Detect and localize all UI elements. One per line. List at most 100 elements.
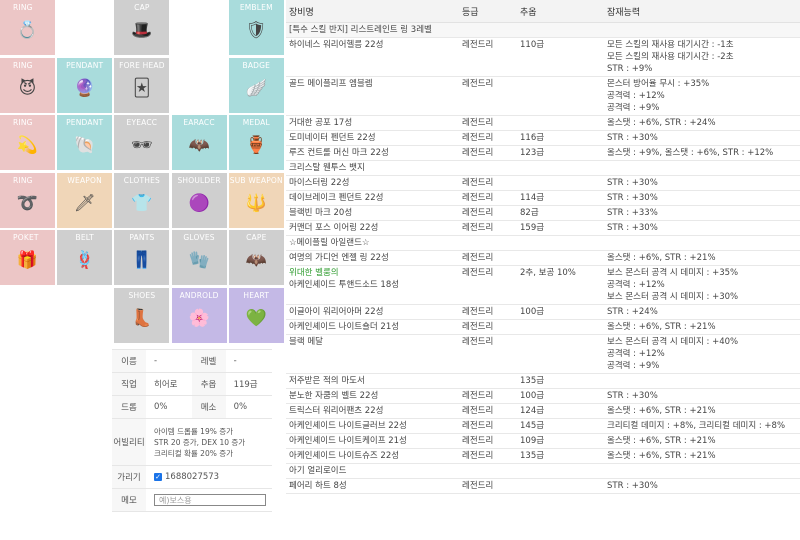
item-grade: 레전드리: [459, 265, 517, 305]
slot-medal[interactable]: MEDAL 🏺: [228, 115, 284, 171]
table-row: 저주받은 적의 마도서 135급: [286, 373, 800, 389]
item-grade: [459, 463, 517, 479]
item-grade: 레전드리: [459, 433, 517, 449]
slot-cap[interactable]: CAP 🎩: [114, 0, 170, 55]
drop-value: 0%: [146, 395, 192, 419]
table-row: 블랙 메달 레전드리 보스 몬스터 공격 시 데미지 : +40% 공격력 : +12…: [286, 334, 800, 374]
eye-accessory-icon: 🕶: [131, 135, 153, 156]
slot-badge[interactable]: BADGE 🪽: [228, 57, 284, 113]
slot-cape[interactable]: CAPE 🦇: [228, 230, 284, 286]
table-row: 아케인셰이드 나이트숄더 21성 레전드리 올스탯 : +6%, STR : +21…: [286, 319, 800, 335]
item-potential: 크리티컬 데미지 : +8%, 크리티컬 데미지 : +8%: [604, 418, 800, 434]
slot-label: SUB WEAPON: [229, 175, 283, 185]
slot-weapon[interactable]: WEAPON 🗡: [57, 172, 113, 228]
slot-gloves[interactable]: GLOVES 🧤: [171, 230, 227, 286]
table-row: 크리스탈 웬투스 뱃지: [286, 160, 800, 176]
item-potential: 보스 몬스터 공격 시 데미지 : +40% 공격력 : +12% 공격력 : +9…: [604, 334, 800, 374]
slot-ring[interactable]: RING 💍: [0, 0, 55, 55]
item-star: [517, 175, 604, 191]
item-name-prefix: 위대한 벨룸의: [289, 268, 339, 278]
table-row: 데이브레이크 펜던트 22성 레전드리 114급 STR : +30%: [286, 190, 800, 206]
slot-pendant[interactable]: PENDANT 🐚: [57, 115, 113, 171]
hide-value[interactable]: ✓ 1688027573: [146, 465, 272, 489]
item-name: 아케인셰이드 나이트글러브 22성: [286, 418, 459, 434]
item-grade: 레전드리: [459, 130, 517, 146]
slot-clothes[interactable]: CLOTHES 👕: [114, 172, 170, 228]
name-label: 이름: [112, 349, 146, 373]
slot-androld[interactable]: ANDROLD 🌸: [171, 288, 227, 343]
slot-ring[interactable]: RING ➰: [0, 172, 55, 228]
slot-ring[interactable]: RING 😈: [0, 57, 55, 113]
slot-label: CAPE: [246, 233, 267, 243]
slot-label: EMBLEM: [239, 3, 273, 12]
item-star: [517, 319, 604, 335]
memo-input[interactable]: 예)보스용: [154, 494, 266, 506]
equipment-table-panel: 장비명 등급 추옵 잠재능력 [특수 스킬 반지] 리스트레인트 링 3레벨 하이…: [286, 0, 800, 540]
slot-ring[interactable]: RING 💫: [0, 115, 55, 171]
potential-line: 공격력 : +12%: [607, 280, 665, 290]
col-star: 추옵: [517, 0, 604, 23]
slot-sub-weapon[interactable]: SUB WEAPON 🔱: [228, 172, 284, 228]
table-row: 분노한 자쿰의 벨트 22성 레전드리 100급 STR : +30%: [286, 388, 800, 404]
slot-fore-head[interactable]: FORE HEAD 🃏: [114, 57, 170, 113]
slot-shoes[interactable]: SHOES 👢: [114, 288, 170, 343]
item-potential: 올스탯 : +6%, STR : +21%: [604, 319, 800, 335]
potential-line: 보스 몬스터 공격 시 데미지 : +35%: [607, 268, 739, 278]
slot-heart[interactable]: HEART 💚: [228, 288, 284, 343]
slot-label: MEDAL: [242, 118, 270, 128]
slot-emblem[interactable]: EMBLEM 🛡: [228, 0, 284, 55]
item-name: ☆메이플릴 아일랜드☆: [286, 235, 459, 251]
item-name: 분노한 자쿰의 벨트 22성: [286, 388, 459, 404]
slot-label: GLOVES: [183, 233, 215, 243]
item-name: 블랙빈 마크 20성: [286, 205, 459, 221]
item-star: [517, 235, 604, 251]
ring-gold-icon: 💫: [16, 135, 39, 156]
item-name: 트릭스터 워리어팬츠 22성: [286, 403, 459, 419]
table-row: 트릭스터 워리어팬츠 22성 레전드리 124급 올스탯 : +6%, STR : +…: [286, 403, 800, 419]
potential-line: STR : +30%: [607, 481, 658, 491]
slot-label: SHOES: [128, 291, 156, 300]
table-row: 아케인셰이드 나이트케이프 21성 레전드리 109급 올스탯 : +6%, STR …: [286, 433, 800, 449]
item-star: 116급: [517, 130, 604, 146]
android-icon: 🌸: [188, 308, 210, 329]
slot-pendant[interactable]: PENDANT 🔮: [57, 57, 113, 113]
item-name: 커맨더 포스 이어링 22성: [286, 220, 459, 236]
item-star: 109급: [517, 433, 604, 449]
weapon-icon: 🗡: [73, 193, 96, 214]
slot-eyeacc[interactable]: EYEACC 🕶: [114, 115, 170, 171]
character-info: 이름 - 레벨 - 직업 히어로 추옵 119급 드롭 0% 메소 0% 어빌리…: [112, 349, 272, 512]
item-name: 도미네이터 펜던트 22성: [286, 130, 459, 146]
star-label: 추옵: [191, 372, 226, 396]
medal-icon: 🏺: [245, 135, 267, 156]
item-name: 아기 얼리로이드: [286, 463, 459, 479]
table-row: [특수 스킬 반지] 리스트레인트 링 3레벨: [286, 22, 800, 38]
item-potential: STR : +24%: [604, 304, 800, 320]
potential-line: 공격력 : +12%: [607, 91, 665, 101]
equipment-table: 장비명 등급 추옵 잠재능력 [특수 스킬 반지] 리스트레인트 링 3레벨 하이…: [286, 0, 800, 494]
item-potential: STR : +30%: [604, 130, 800, 146]
item-potential: STR : +30%: [604, 220, 800, 236]
item-star: 135급: [517, 448, 604, 464]
item-potential: [604, 22, 800, 38]
slot-belt[interactable]: BELT 🪢: [57, 230, 113, 286]
pendant-icon: 🔮: [74, 78, 96, 99]
item-grade: 레전드리: [459, 205, 517, 221]
item-grade: 레전드리: [459, 334, 517, 374]
ring-demon-icon: 😈: [18, 78, 37, 99]
slot-empty: [57, 0, 112, 55]
item-grade: 레전드리: [459, 76, 517, 116]
slot-pants[interactable]: PANTS 👖: [114, 230, 170, 286]
slot-poket[interactable]: POKET 🎁: [0, 230, 55, 286]
slot-earacc[interactable]: EARACC 🦇: [171, 115, 227, 171]
item-name: 블랙 메달: [286, 334, 459, 374]
slot-empty: [172, 58, 227, 113]
potential-line: 올스탯 : +6%, STR : +24%: [607, 118, 716, 128]
item-name: 이글아이 워리어아머 22성: [286, 304, 459, 320]
slot-shoulder[interactable]: SHOULDER 🟣: [171, 172, 227, 228]
ear-accessory-icon: 🦇: [188, 135, 210, 156]
clothes-icon: 👕: [131, 193, 153, 214]
item-potential: 올스탯 : +9%, 올스탯 : +6%, STR : +12%: [604, 145, 800, 161]
item-potential: [604, 235, 800, 251]
item-grade: 레전드리: [459, 319, 517, 335]
checkbox-icon[interactable]: ✓: [154, 472, 162, 481]
